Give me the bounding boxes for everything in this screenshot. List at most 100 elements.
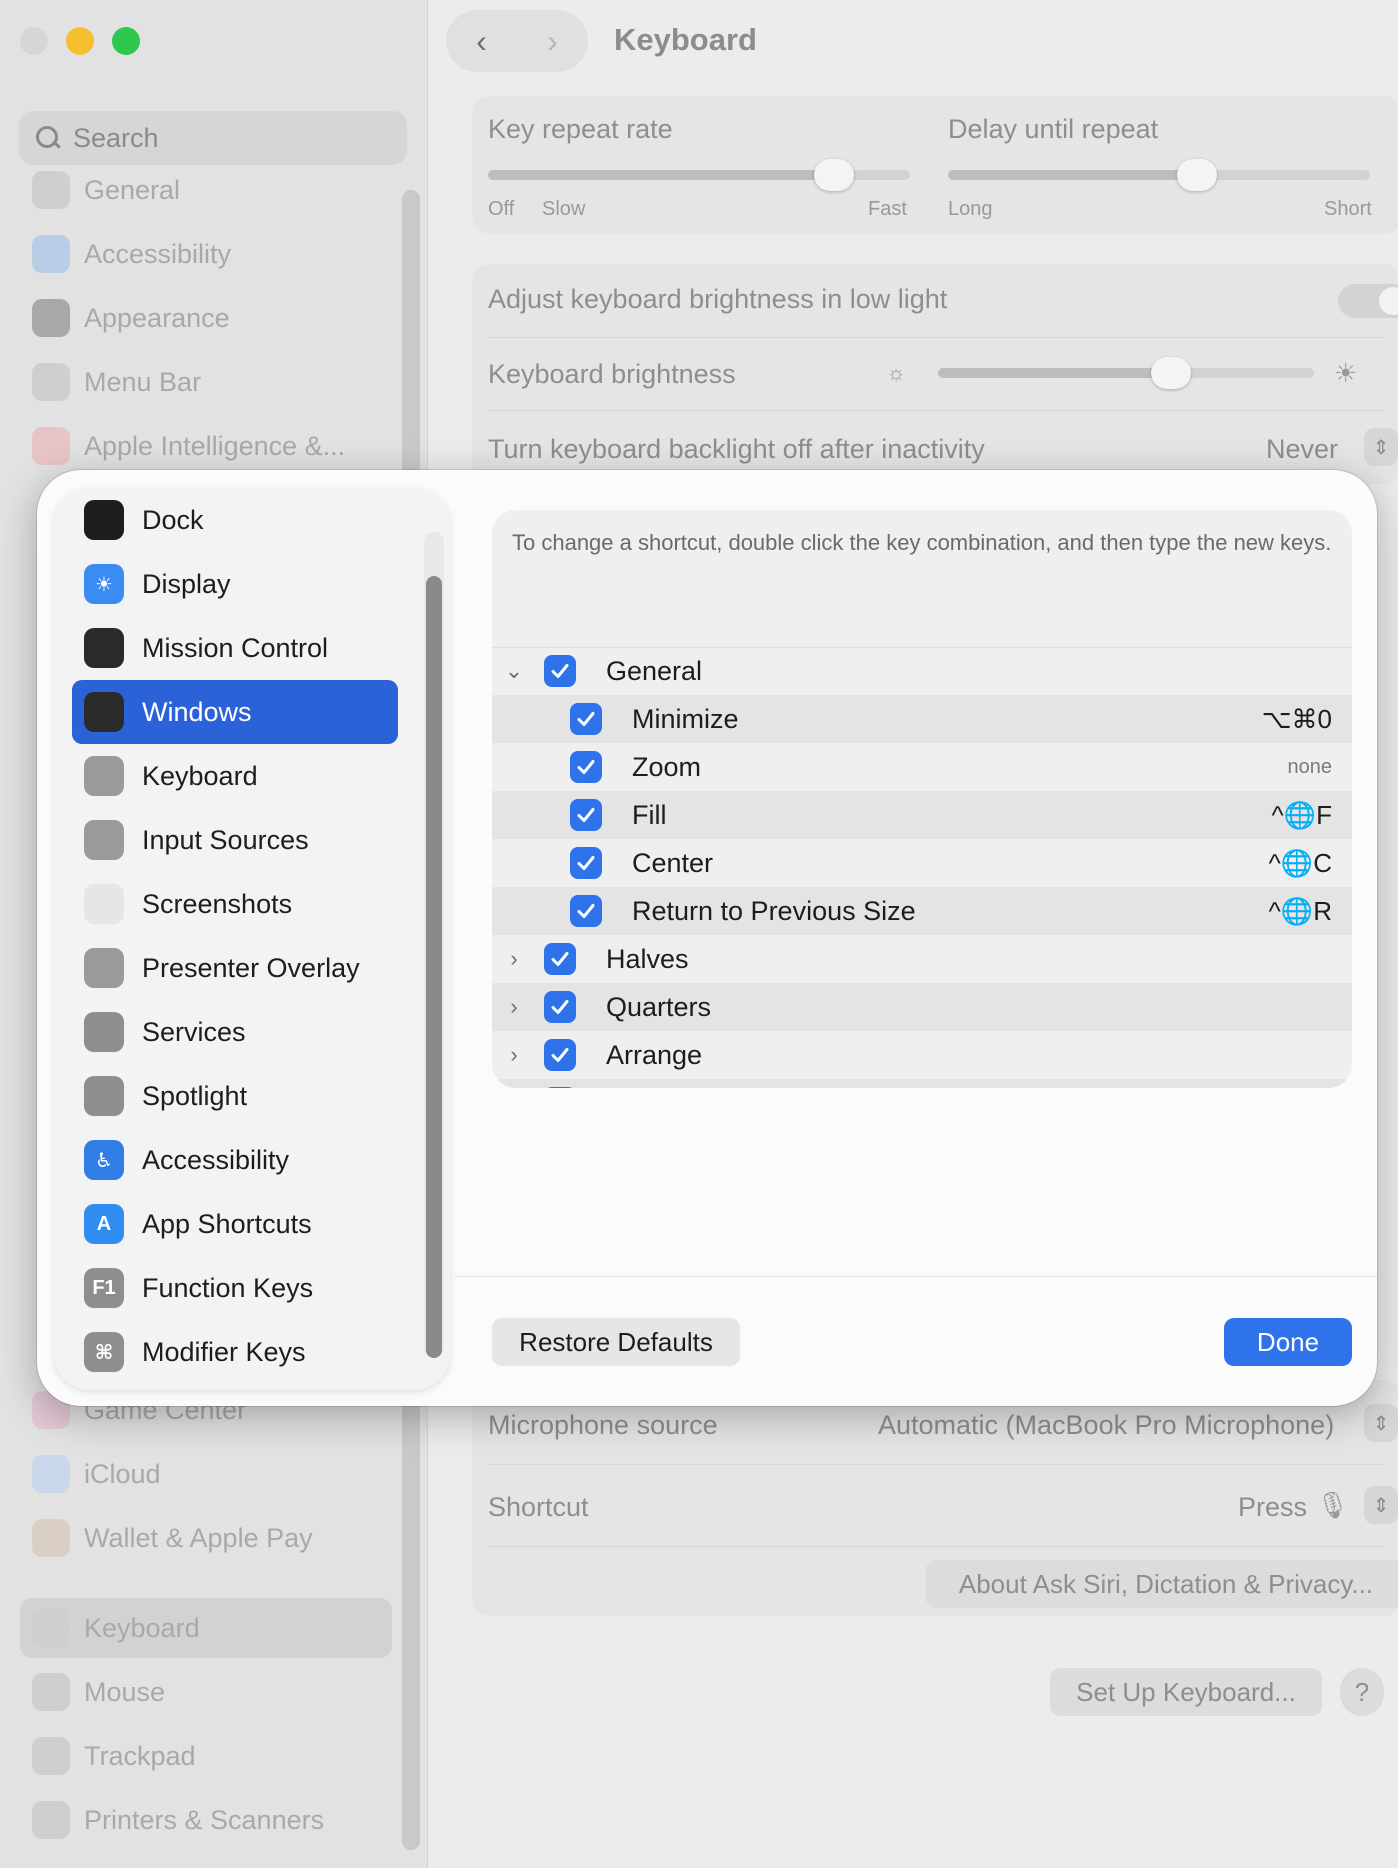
shortcut-checkbox[interactable] xyxy=(544,1039,576,1071)
key-repeat-slider-knob[interactable] xyxy=(814,159,854,191)
category-item-dock[interactable]: Dock xyxy=(72,488,398,552)
shortcut-key-combination[interactable]: ^🌐C xyxy=(1269,848,1332,879)
shortcut-checkbox[interactable] xyxy=(544,943,576,975)
sidebar-item-general[interactable]: General xyxy=(20,160,392,220)
shortcut-row[interactable]: Fill ^🌐F xyxy=(492,791,1352,839)
category-label: Input Sources xyxy=(142,824,309,855)
shortcut-row[interactable]: Center ^🌐C xyxy=(492,839,1352,887)
shortcut-key-combination[interactable]: ^🌐F xyxy=(1272,800,1332,831)
shortcut-label: Zoom xyxy=(632,751,702,782)
sidebar-search-field[interactable]: Search xyxy=(19,111,407,165)
category-item-app-shortcuts[interactable]: A App Shortcuts xyxy=(72,1192,398,1256)
shortcut-group-row[interactable]: ⌄ General xyxy=(492,647,1352,695)
category-item-mission-control[interactable]: Mission Control xyxy=(72,616,398,680)
shortcut-value[interactable]: Press xyxy=(1238,1492,1307,1523)
category-item-services[interactable]: Services xyxy=(72,1000,398,1064)
shortcut-checkbox[interactable] xyxy=(570,703,602,735)
shortcut-row[interactable]: Return to Previous Size ^🌐R xyxy=(492,887,1352,935)
sidebar-item-label: Menu Bar xyxy=(84,366,202,397)
cloud-icon xyxy=(32,1455,70,1493)
sidebar-item-label: Appearance xyxy=(84,302,230,333)
done-button[interactable]: Done xyxy=(1224,1318,1352,1366)
shortcut-checkbox[interactable] xyxy=(570,847,602,879)
help-button[interactable]: ? xyxy=(1340,1668,1384,1716)
delay-until-repeat-slider[interactable] xyxy=(948,159,1370,191)
category-label: Windows xyxy=(142,696,252,727)
chevron-right-icon[interactable]: › xyxy=(502,946,526,971)
category-item-input-sources[interactable]: Input Sources xyxy=(72,808,398,872)
shortcut-key-combination[interactable]: ^🌐R xyxy=(1269,896,1332,927)
shortcut-checkbox[interactable] xyxy=(570,895,602,927)
sidebar-item-wallet[interactable]: Wallet & Apple Pay xyxy=(20,1508,392,1568)
sidebar-item-icloud[interactable]: iCloud xyxy=(20,1444,392,1504)
shortcut-checkbox[interactable] xyxy=(570,751,602,783)
sidebar-item-printers[interactable]: Printers & Scanners xyxy=(20,1790,392,1850)
sidebar-item-apple-intelligence[interactable]: Apple Intelligence &... xyxy=(20,416,392,476)
shortcut-checkbox[interactable] xyxy=(544,655,576,687)
shortcut-group-row[interactable]: › Quarters xyxy=(492,983,1352,1031)
microphone-source-value[interactable]: Automatic (MacBook Pro Microphone) xyxy=(878,1410,1334,1441)
shortcut-label: Shortcut xyxy=(488,1492,589,1522)
category-label: Spotlight xyxy=(142,1080,248,1111)
shortcut-group-row[interactable]: › Halves xyxy=(492,935,1352,983)
delay-long-label: Long xyxy=(948,198,993,220)
keyboard-brightness-slider[interactable] xyxy=(938,357,1314,389)
restore-defaults-button[interactable]: Restore Defaults xyxy=(492,1318,740,1366)
sidebar-item-accessibility[interactable]: Accessibility xyxy=(20,224,392,284)
shortcut-label: Minimize xyxy=(632,703,739,734)
category-item-spotlight[interactable]: Spotlight xyxy=(72,1064,398,1128)
shortcut-label: Arrange xyxy=(606,1039,703,1070)
chevron-right-icon[interactable]: › xyxy=(502,994,526,1019)
sidebar-item-keyboard[interactable]: Keyboard xyxy=(20,1598,392,1658)
about-siri-dictation-privacy-button[interactable]: About Ask Siri, Dictation & Privacy... xyxy=(926,1560,1398,1608)
forward-button[interactable]: › xyxy=(547,23,558,60)
category-item-display[interactable]: ☀ Display xyxy=(72,552,398,616)
sidebar-item-menu-bar[interactable]: Menu Bar xyxy=(20,352,392,412)
search-icon xyxy=(35,125,61,151)
minimize-window-button[interactable] xyxy=(66,27,94,55)
category-item-modifier-keys[interactable]: ⌘ Modifier Keys xyxy=(72,1320,398,1384)
chevron-down-icon[interactable]: ⌄ xyxy=(502,658,526,683)
sidebar-item-appearance[interactable]: Appearance xyxy=(20,288,392,348)
close-window-button[interactable] xyxy=(20,27,48,55)
shortcut-key-combination[interactable]: ⌥⌘0 xyxy=(1262,704,1332,735)
shortcut-row[interactable]: Zoom none xyxy=(492,743,1352,791)
shortcut-popup-arrows-icon[interactable]: ⇕ xyxy=(1364,1486,1398,1524)
set-up-keyboard-button[interactable]: Set Up Keyboard... xyxy=(1050,1668,1322,1716)
shortcut-checkbox[interactable] xyxy=(544,1087,576,1088)
brightness-low-icon: ☼ xyxy=(886,360,907,385)
sidebar-item-trackpad[interactable]: Trackpad xyxy=(20,1726,392,1786)
backlight-off-popup-arrows-icon[interactable]: ⇕ xyxy=(1364,428,1398,466)
appearance-icon xyxy=(32,299,70,337)
category-item-windows[interactable]: Windows xyxy=(72,680,398,744)
brightness-slider-knob[interactable] xyxy=(1151,357,1191,389)
category-item-screenshots[interactable]: Screenshots xyxy=(72,872,398,936)
zoom-window-button[interactable] xyxy=(112,27,140,55)
delay-slider-knob[interactable] xyxy=(1177,159,1217,191)
shortcut-row[interactable]: Minimize ⌥⌘0 xyxy=(492,695,1352,743)
category-item-accessibility[interactable]: ♿ Accessibility xyxy=(72,1128,398,1192)
divider xyxy=(488,1464,1386,1465)
shortcut-group-row[interactable]: ›Full Screen Tile xyxy=(492,1079,1352,1088)
adjust-brightness-toggle[interactable] xyxy=(1338,284,1398,318)
backlight-off-value[interactable]: Never xyxy=(1266,434,1338,465)
sidebar-item-mouse[interactable]: Mouse xyxy=(20,1662,392,1722)
microphone-icon: 🎙 xyxy=(1316,1490,1350,1520)
category-item-presenter-overlay[interactable]: Presenter Overlay xyxy=(72,936,398,1000)
services-icon xyxy=(84,1012,124,1052)
shortcut-label: Return to Previous Size xyxy=(632,895,916,926)
shortcut-checkbox[interactable] xyxy=(544,991,576,1023)
shortcut-key-combination[interactable]: none xyxy=(1288,756,1333,779)
key-repeat-slider[interactable] xyxy=(488,159,910,191)
back-button[interactable]: ‹ xyxy=(476,23,487,60)
shortcut-checkbox[interactable] xyxy=(570,799,602,831)
shortcut-group-row[interactable]: › Arrange xyxy=(492,1031,1352,1079)
gear-icon xyxy=(32,171,70,209)
categories-scrollbar-thumb[interactable] xyxy=(426,576,442,1358)
backlight-off-label: Turn keyboard backlight off after inacti… xyxy=(488,434,985,464)
microphone-popup-arrows-icon[interactable]: ⇕ xyxy=(1364,1404,1398,1442)
chevron-right-icon[interactable]: › xyxy=(502,1042,526,1067)
category-item-function-keys[interactable]: F1 Function Keys xyxy=(72,1256,398,1320)
category-item-keyboard[interactable]: Keyboard xyxy=(72,744,398,808)
keyboard-shortcuts-sheet: Dock ☀ Display Mission Control Windows Keyboa… xyxy=(37,470,1377,1406)
